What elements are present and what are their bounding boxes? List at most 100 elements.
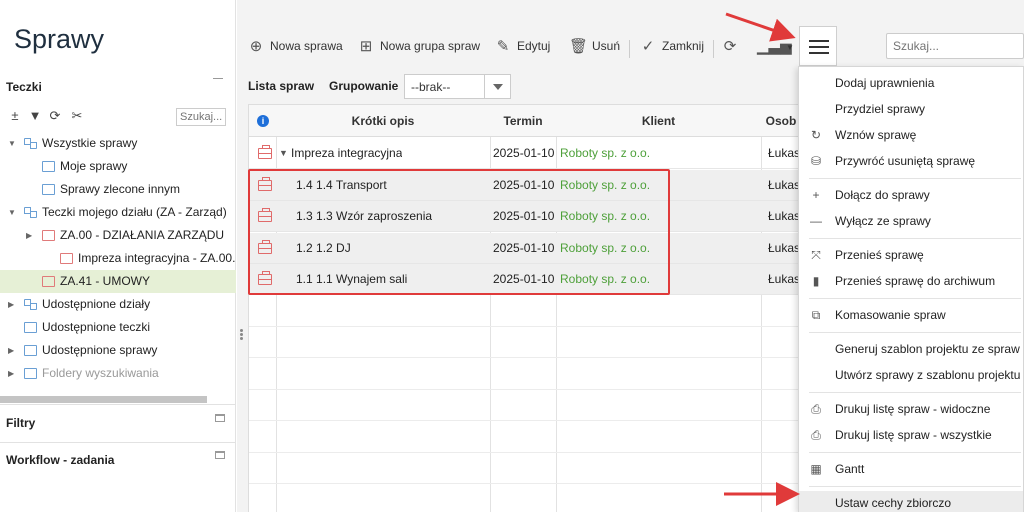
menu-item[interactable]: Utwórz sprawy z szablonu projektu <box>799 363 1023 388</box>
info-icon[interactable]: i <box>257 115 269 127</box>
new-group-button[interactable]: ⊞ Nowa grupa spraw <box>357 36 480 56</box>
folder-icon <box>24 345 37 356</box>
search-input[interactable] <box>886 33 1024 59</box>
column-header[interactable]: Osob <box>761 105 801 137</box>
delete-button[interactable]: 🗑 Usuń <box>569 36 620 56</box>
menu-item[interactable]: ▦ Gantt <box>799 457 1023 482</box>
move-icon: ⤧ <box>811 248 821 262</box>
caret-down-icon[interactable]: ▼ <box>8 201 18 224</box>
chart-button[interactable]: ▁▃▅▼ <box>757 36 794 56</box>
folder-icon <box>24 322 37 333</box>
menu-item[interactable]: Ustaw cechy zbiorczo <box>799 491 1023 512</box>
chevron-down-icon: ▼ <box>786 43 794 52</box>
database-icon: ⛁ <box>810 154 822 168</box>
tree-search-input[interactable] <box>176 108 226 126</box>
minus-icon: — <box>810 214 822 228</box>
menu-item[interactable]: ▮ Przenieś sprawę do archiwum <box>799 269 1023 294</box>
plus-icon: + <box>812 188 820 202</box>
hamburger-icon <box>809 40 829 42</box>
person-name: Łukas <box>768 209 801 223</box>
menu-item[interactable]: ⤧ Przenieś sprawę <box>799 243 1023 268</box>
tree-item[interactable]: ▶ Udostępnione sprawy <box>0 339 236 362</box>
tree-item[interactable]: Sprawy zlecone innym <box>0 178 236 201</box>
refresh-button[interactable]: ⟳ <box>721 36 744 56</box>
tree-item-label: Impreza integracyjna - ZA.00.1.2 <box>78 251 236 265</box>
menu-item[interactable]: + Dołącz do sprawy <box>799 183 1023 208</box>
folder-icon <box>60 253 73 264</box>
highlight-box <box>248 169 670 295</box>
menu-item-label: Przenieś sprawę <box>835 248 924 262</box>
caret-right-icon[interactable]: ▶ <box>26 224 36 247</box>
new-case-label: Nowa sprawa <box>270 39 343 53</box>
grouping-select[interactable]: --brak-- <box>404 74 511 99</box>
horizontal-scrollbar[interactable] <box>0 396 207 403</box>
short-description: Impreza integracyjna <box>291 146 403 160</box>
add-sort-icon[interactable]: ± <box>8 108 22 124</box>
column-header[interactable]: Krótki opis <box>276 105 490 137</box>
panel-icon[interactable] <box>215 414 225 422</box>
tree-item-label: ZA.00 - DZIAŁANIA ZARZĄDU <box>60 228 225 242</box>
person-name: Łukas <box>768 272 801 286</box>
edit-button[interactable]: ✎ Edytuj <box>494 36 551 56</box>
panel-icon[interactable] <box>215 451 225 459</box>
menu-item[interactable]: ⎙ Drukuj listę spraw - wszystkie <box>799 423 1023 448</box>
menu-item-label: Komasowanie spraw <box>835 308 946 322</box>
workflow-header[interactable]: Workflow - zadania <box>6 453 114 467</box>
caret-right-icon[interactable]: ▶ <box>8 362 18 385</box>
tree-item[interactable]: Impreza integracyjna - ZA.00.1.2 <box>0 247 236 270</box>
close-case-button[interactable]: ✓ Zamknij <box>639 36 704 56</box>
app-title: Sprawy <box>14 24 105 54</box>
folders-header[interactable]: Teczki <box>6 80 42 94</box>
tree-item[interactable]: Moje sprawy <box>0 155 236 178</box>
tree-item[interactable]: ▶ Udostępnione działy <box>0 293 236 316</box>
tools-icon[interactable]: ✂ <box>70 108 84 124</box>
new-case-button[interactable]: ⊕ Nowa sprawa <box>247 36 343 56</box>
folder-tree: ▼ Wszystkie sprawy Moje sprawy Sprawy zleco… <box>0 132 236 385</box>
menu-item[interactable]: Generuj szablon projektu ze spraw <box>799 337 1023 362</box>
menu-item[interactable]: ⛁ Przywróć usuniętą sprawę <box>799 149 1023 174</box>
check-icon: ✓ <box>641 37 655 55</box>
pencil-icon: ✎ <box>496 37 510 55</box>
menu-item[interactable]: ⧉ Komasowanie spraw <box>799 303 1023 328</box>
tree-item[interactable]: ▶ ZA.00 - DZIAŁANIA ZARZĄDU <box>0 224 236 247</box>
sync-icon[interactable]: ⟳ <box>48 108 62 124</box>
filter-icon[interactable]: ▼ <box>28 108 42 124</box>
menu-item-label: Przenieś sprawę do archiwum <box>835 274 996 288</box>
tree-item[interactable]: ▶ Foldery wyszukiwania <box>0 362 236 385</box>
menu-item[interactable]: — Wyłącz ze sprawy <box>799 209 1023 234</box>
collapse-icon[interactable] <box>213 78 223 79</box>
menu-item[interactable]: ⎙ Drukuj listę spraw - widoczne <box>799 397 1023 422</box>
caret-down-icon[interactable]: ▼ <box>279 138 288 169</box>
print-icon: ⎙ <box>811 428 821 442</box>
caret-right-icon[interactable]: ▶ <box>8 293 18 316</box>
due-date: 2025-01-10 <box>493 146 555 160</box>
menu-item-label: Dodaj uprawnienia <box>835 76 935 90</box>
tree-item[interactable]: Udostępnione teczki <box>0 316 236 339</box>
tree-item[interactable]: ZA.41 - UMOWY <box>0 270 236 293</box>
archive-icon: ▮ <box>812 274 820 288</box>
group-icon <box>24 138 37 149</box>
menu-button[interactable] <box>799 26 837 66</box>
menu-item[interactable]: ↻ Wznów sprawę <box>799 123 1023 148</box>
caret-right-icon[interactable]: ▶ <box>8 339 18 362</box>
list-title: Lista spraw <box>248 79 315 93</box>
column-header[interactable]: Klient <box>556 105 761 137</box>
tree-item-label: Foldery wyszukiwania <box>42 366 159 380</box>
caret-down-icon[interactable]: ▼ <box>8 132 18 155</box>
menu-item-label: Wyłącz ze sprawy <box>835 214 931 228</box>
tree-item-label: ZA.41 - UMOWY <box>60 274 151 288</box>
actions-menu: Dodaj uprawnienia Przydziel sprawy ↻ Wznów … <box>798 66 1024 512</box>
menu-item[interactable]: Przydziel sprawy <box>799 97 1023 122</box>
grouping-label: Grupowanie <box>329 79 399 93</box>
menu-item-label: Wznów sprawę <box>835 128 917 142</box>
filters-header[interactable]: Filtry <box>6 416 35 430</box>
plus-circle-icon: ⊕ <box>249 37 263 55</box>
chevron-down-icon[interactable] <box>484 75 510 98</box>
column-header[interactable]: Termin <box>490 105 556 137</box>
menu-item[interactable]: Dodaj uprawnienia <box>799 71 1023 96</box>
tree-item[interactable]: ▼ Wszystkie sprawy <box>0 132 236 155</box>
splitter-handle[interactable] <box>238 328 244 346</box>
gantt-icon: ▦ <box>810 462 822 476</box>
hierarchy-icon: ⊞ <box>359 37 373 55</box>
tree-item[interactable]: ▼ Teczki mojego działu (ZA - Zarząd) <box>0 201 236 224</box>
